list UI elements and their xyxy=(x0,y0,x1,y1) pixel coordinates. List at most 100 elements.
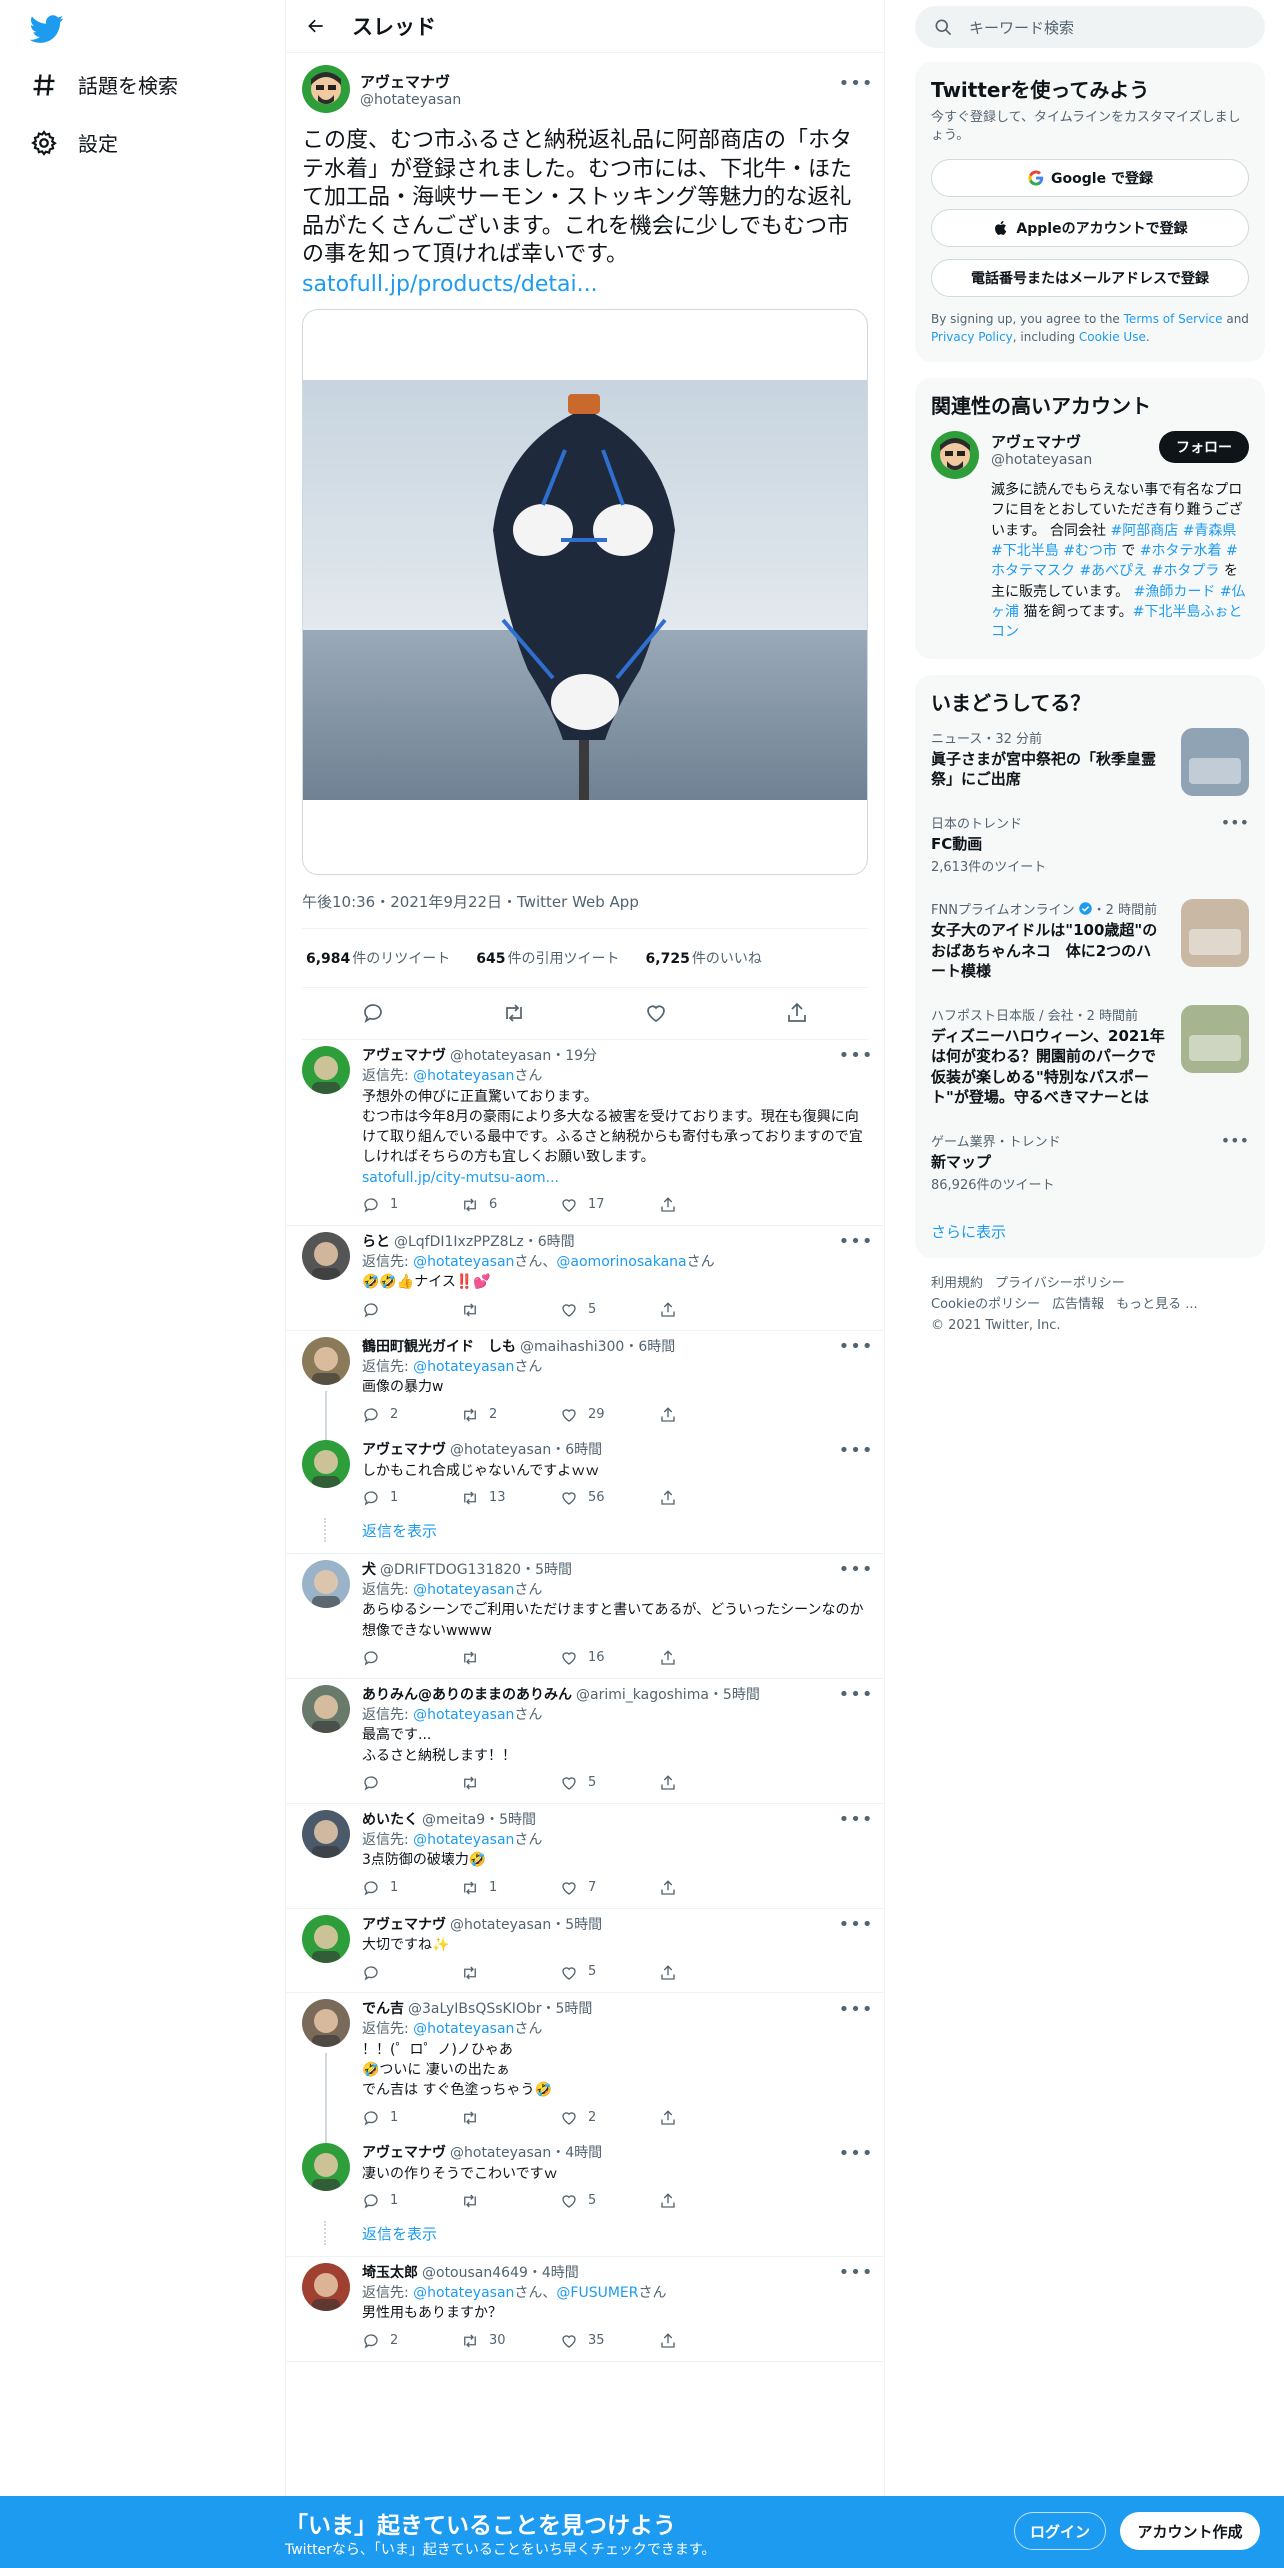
reply-tweet[interactable]: アヴェマナヴ @hotateyasan ・19分 返信先: @hotateyasanさ… xyxy=(286,1040,884,1226)
more-options-icon[interactable]: ••• xyxy=(839,1336,873,1357)
share-button[interactable] xyxy=(659,2192,758,2211)
reply-author-handle[interactable]: @LqfDI1IxzPPZ8Lz xyxy=(394,1232,524,1252)
mention-link[interactable]: @hotateyasan xyxy=(413,1068,514,1084)
reply-time[interactable]: ・19分 xyxy=(551,1046,597,1066)
like-button[interactable]: 16 xyxy=(560,1649,659,1668)
twitter-bird-icon[interactable] xyxy=(29,12,66,48)
more-options-icon[interactable]: ••• xyxy=(839,1809,873,1830)
privacy-link[interactable]: Privacy Policy xyxy=(931,330,1013,344)
mention-link[interactable]: @hotateyasan xyxy=(413,1254,514,1270)
reply-button[interactable]: 2 xyxy=(362,2332,461,2351)
reply-author-handle[interactable]: @maihashi300 xyxy=(520,1337,624,1357)
avatar[interactable] xyxy=(302,1045,350,1094)
share-button[interactable] xyxy=(659,1649,758,1668)
reply-author-name[interactable]: でん吉 xyxy=(362,1999,404,2019)
reply-tweet[interactable]: でん吉 @3aLyIBsQSsKIObr ・5時間 返信先: @hotateyasan… xyxy=(286,1993,884,2144)
reply-author-name[interactable]: ありみん@ありのままのありみん xyxy=(362,1685,572,1705)
reply-button[interactable]: 1 xyxy=(362,2109,461,2128)
retweet-button[interactable]: 6 xyxy=(461,1196,560,1215)
like-button[interactable]: 2 xyxy=(560,2109,659,2128)
related-account[interactable]: アヴェマナヴ @hotateyasan 滅多に読んでもらえない事で有名なプロフに… xyxy=(915,419,1265,658)
more-options-icon[interactable]: ••• xyxy=(839,1440,873,1461)
share-button[interactable] xyxy=(659,1963,758,1982)
avatar[interactable] xyxy=(302,1440,350,1489)
reply-tweet[interactable]: 鶴田町観光ガイド しも @maihashi300 ・6時間 返信先: @hotatey… xyxy=(286,1331,884,1441)
footer-link[interactable]: Cookieのポリシー xyxy=(931,1297,1040,1312)
like-button[interactable]: 17 xyxy=(560,1196,659,1215)
reply-author-name[interactable]: アヴェマナヴ xyxy=(362,1440,446,1460)
retweet-button[interactable] xyxy=(461,2109,560,2128)
trend-item[interactable]: ゲーム業界・トレンド 新マップ 86,926件のツイート ••• xyxy=(915,1119,1265,1205)
reply-author-name[interactable]: 埼玉太郎 xyxy=(362,2263,418,2283)
tweet-timestamp[interactable]: 午後10:36・2021年9月22日・Twitter Web App xyxy=(302,891,868,912)
reply-time[interactable]: ・6時間 xyxy=(524,1232,575,1252)
footer-link[interactable]: 利用規約 xyxy=(931,1276,983,1291)
reply-button[interactable] xyxy=(362,1649,461,1668)
reply-author-handle[interactable]: @hotateyasan xyxy=(450,2143,551,2163)
hashtag-link[interactable]: #漁師カード xyxy=(1134,584,1216,600)
hashtag-link[interactable]: #あべぴえ xyxy=(1079,563,1147,579)
like-button[interactable]: 5 xyxy=(560,1301,659,1320)
share-button[interactable] xyxy=(659,2109,758,2128)
reply-author-handle[interactable]: @hotateyasan xyxy=(450,1915,551,1935)
reply-button[interactable] xyxy=(362,1301,461,1320)
retweet-button[interactable]: 13 xyxy=(461,1489,560,1508)
share-icon[interactable] xyxy=(785,1001,809,1025)
avatar[interactable] xyxy=(302,1999,350,2048)
reply-tweet[interactable]: らと @LqfDI1IxzPPZ8Lz ・6時間 返信先: @hotateyasanさ… xyxy=(286,1226,884,1331)
retweet-button[interactable]: 30 xyxy=(461,2332,560,2351)
terms-link[interactable]: Terms of Service xyxy=(1124,312,1223,326)
share-button[interactable] xyxy=(659,1774,758,1793)
more-options-icon[interactable]: ••• xyxy=(839,1045,873,1066)
share-button[interactable] xyxy=(659,1489,758,1508)
avatar[interactable] xyxy=(302,1684,350,1733)
media-card[interactable] xyxy=(302,308,868,875)
mention-link[interactable]: @hotateyasan xyxy=(413,1832,514,1848)
mention-link[interactable]: @hotateyasan xyxy=(413,1359,514,1375)
avatar[interactable] xyxy=(302,2262,350,2311)
retweet-button[interactable] xyxy=(461,2192,560,2211)
trend-item[interactable]: FNNプライムオンライン ・2 時間前 女子大のアイドルは"100歳超"のおばあちゃ… xyxy=(915,887,1265,993)
share-button[interactable] xyxy=(659,1879,758,1898)
reply-button[interactable]: 1 xyxy=(362,2192,461,2211)
login-button[interactable]: ログイン xyxy=(1014,2512,1106,2550)
reply-time[interactable]: ・5時間 xyxy=(709,1685,760,1705)
like-button[interactable]: 35 xyxy=(560,2332,659,2351)
author-handle[interactable]: @hotateyasan xyxy=(360,92,461,108)
reply-button[interactable] xyxy=(362,1774,461,1793)
like-button[interactable]: 7 xyxy=(560,1879,659,1898)
reply-author-handle[interactable]: @3aLyIBsQSsKIObr xyxy=(408,1999,542,2019)
phone-email-signup-button[interactable]: 電話番号またはメールアドレスで登録 xyxy=(931,259,1249,298)
reply-author-handle[interactable]: @hotateyasan xyxy=(450,1046,551,1066)
retweet-button[interactable] xyxy=(461,1774,560,1793)
more-options-icon[interactable]: ••• xyxy=(839,1684,873,1705)
like-button[interactable]: 5 xyxy=(560,1963,659,1982)
hashtag-link[interactable]: #阿部商店 xyxy=(1111,523,1179,539)
retweet-button[interactable] xyxy=(461,1649,560,1668)
mention-link[interactable]: @FUSUMER xyxy=(556,2285,638,2301)
avatar[interactable] xyxy=(302,1336,350,1385)
mention-link[interactable]: @hotateyasan xyxy=(413,2021,514,2037)
avatar[interactable] xyxy=(302,2143,350,2192)
more-options-icon[interactable]: ••• xyxy=(839,2143,873,2164)
mention-link[interactable]: @hotateyasan xyxy=(413,1707,514,1723)
reply-author-name[interactable]: らと xyxy=(362,1232,390,1252)
show-replies-link[interactable]: 返信を表示 xyxy=(286,1517,884,1554)
like-stat[interactable]: 6,725 件のいいね xyxy=(646,948,762,968)
avatar[interactable] xyxy=(302,1809,350,1858)
mention-link[interactable]: @aomorinosakana xyxy=(556,1254,686,1270)
author-name[interactable]: アヴェマナヴ xyxy=(360,71,461,92)
reply-time[interactable]: ・5時間 xyxy=(521,1560,572,1580)
quote-stat[interactable]: 645 件の引用ツイート xyxy=(476,948,619,968)
reply-author-name[interactable]: アヴェマナヴ xyxy=(362,2143,446,2163)
retweet-button[interactable] xyxy=(461,1963,560,1982)
share-button[interactable] xyxy=(659,2332,758,2351)
reply-time[interactable]: ・5時間 xyxy=(551,1915,602,1935)
reply-time[interactable]: ・6時間 xyxy=(551,1440,602,1460)
avatar[interactable] xyxy=(931,431,979,480)
avatar[interactable] xyxy=(302,1559,350,1608)
retweet-stat[interactable]: 6,984 件のリツイート xyxy=(306,948,450,968)
reply-button[interactable]: 1 xyxy=(362,1196,461,1215)
retweet-button[interactable] xyxy=(461,1301,560,1320)
more-options-icon[interactable]: ••• xyxy=(839,2262,873,2283)
